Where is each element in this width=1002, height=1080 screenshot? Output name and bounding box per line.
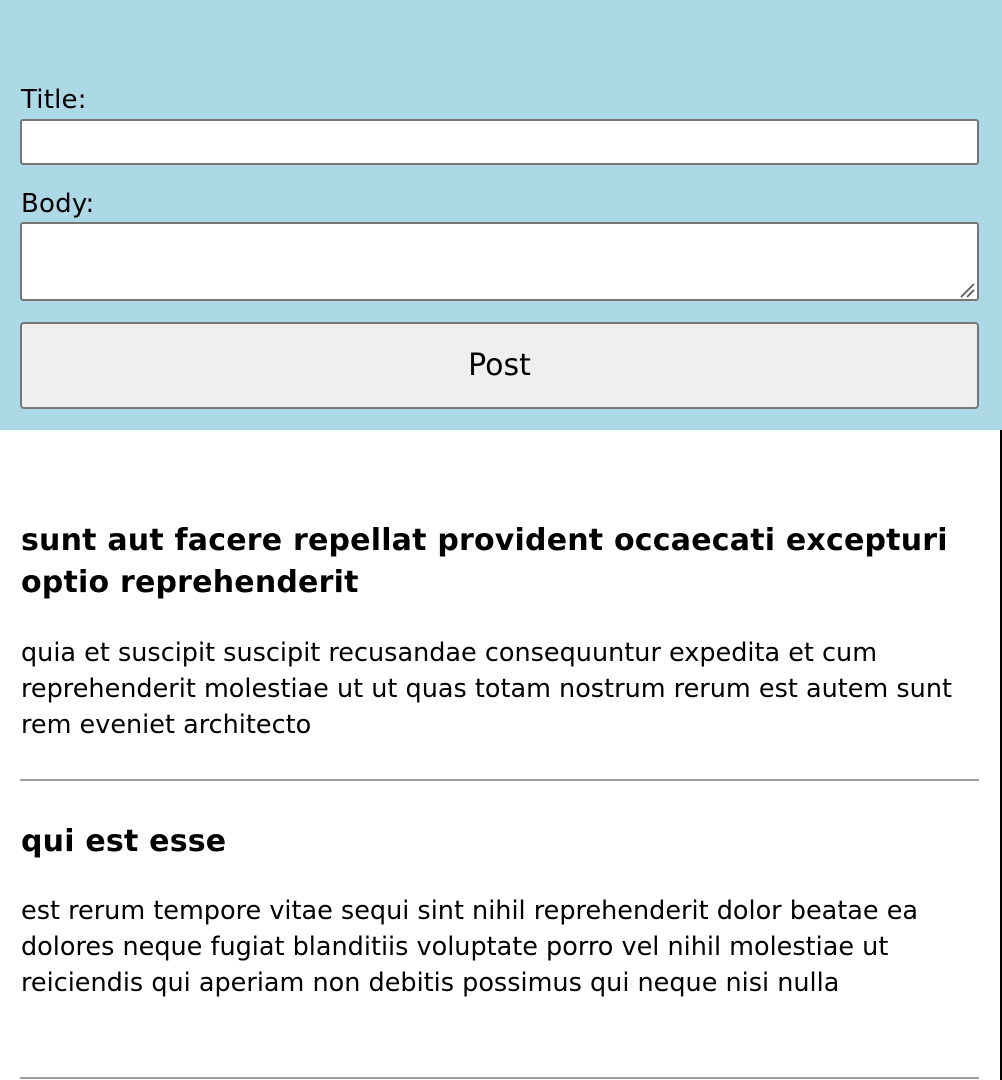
post-body: quia et suscipit suscipit recusandae con…: [21, 638, 952, 740]
post-title: qui est esse: [21, 824, 227, 859]
post-form: Title: Body: Post: [0, 0, 1002, 430]
body-textarea[interactable]: [20, 222, 979, 301]
resize-handle-icon[interactable]: [957, 280, 975, 298]
title-label: Title:: [21, 85, 87, 115]
post-title: sunt aut facere repellat provident occae…: [21, 523, 948, 600]
title-input[interactable]: [20, 119, 979, 165]
post-item: sunt aut facere repellat provident occae…: [21, 520, 981, 740]
post-item: qui est esse est rerum tempore vitae seq…: [21, 821, 981, 998]
post-divider: [20, 779, 979, 781]
post-body: est rerum tempore vitae sequi sint nihil…: [21, 896, 919, 998]
post-divider: [20, 1077, 979, 1079]
post-button[interactable]: Post: [20, 322, 979, 409]
body-label: Body:: [21, 189, 95, 219]
